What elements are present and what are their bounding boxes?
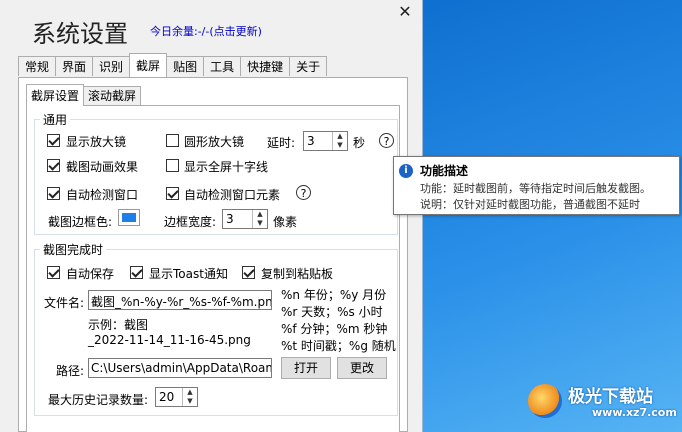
show-toast-label: 显示Toast通知 <box>149 267 228 281</box>
quota-link[interactable]: 今日余量:-/-(点击更新) <box>150 23 262 39</box>
auto-detect-elements-label: 自动检测窗口元素 <box>184 188 281 202</box>
path-value[interactable]: C:\Users\admin\AppData\Roaming <box>91 361 271 375</box>
tab-interface[interactable]: 界面 <box>55 56 94 76</box>
desktop-background <box>420 0 682 432</box>
auto-detect-window-checkbox[interactable] <box>47 187 60 200</box>
delay-value[interactable]: 3 <box>307 134 315 148</box>
max-history-value[interactable]: 20 <box>159 390 174 404</box>
round-magnifier-checkbox[interactable] <box>166 134 179 147</box>
settings-window: 系统设置 今日余量:-/-(点击更新) ✕ 常规 界面 识别 截屏 贴图 工具 … <box>0 0 423 432</box>
round-magnifier-label: 圆形放大镜 <box>184 135 245 149</box>
change-button[interactable]: 更改 <box>337 357 387 379</box>
window-title: 系统设置 <box>32 20 128 48</box>
border-width-label: 边框宽度: <box>164 215 217 229</box>
delay-label: 延时: <box>267 136 296 150</box>
show-magnifier-checkbox[interactable] <box>47 134 60 147</box>
max-history-label: 最大历史记录数量: <box>48 393 149 407</box>
auto-save-checkbox[interactable] <box>47 266 60 279</box>
spin-up-icon[interactable]: ▲ <box>253 210 267 219</box>
main-tabs: 常规 界面 识别 截屏 贴图 工具 快捷键 关于 <box>18 53 328 77</box>
sub-tabs: 截屏设置 滚动截屏 <box>26 84 142 106</box>
format-help-1: %n 年份；%y 月份 <box>281 288 387 302</box>
watermark: 极光下载站 www.xz7.com <box>528 382 678 426</box>
format-help-2: %r 天数；%s 小时 <box>281 305 383 319</box>
watermark-logo-icon <box>528 384 562 418</box>
delay-help-icon[interactable]: ? <box>379 133 394 148</box>
path-input[interactable]: C:\Users\admin\AppData\Roaming <box>88 358 272 378</box>
filename-input[interactable]: 截图_%n-%y-%r_%s-%f-%m.png <box>88 290 272 310</box>
border-color-swatch[interactable] <box>118 209 140 226</box>
spin-down-icon[interactable]: ▼ <box>253 219 267 228</box>
info-icon: i <box>399 164 413 178</box>
format-help-4: %t 时间戳；%g 随机 <box>281 339 396 353</box>
border-color-label: 截图边框色: <box>48 215 113 229</box>
filename-label: 文件名: <box>44 296 85 310</box>
copy-clipboard-label: 复制到粘贴板 <box>261 267 334 281</box>
delay-stepper[interactable]: 3 ▲ ▼ <box>303 131 348 151</box>
spin-up-icon[interactable]: ▲ <box>183 388 197 397</box>
auto-detect-window-label: 自动检测窗口 <box>66 188 139 202</box>
subtab-screenshot-settings[interactable]: 截屏设置 <box>26 84 85 106</box>
after-capture-legend: 截图完成时 <box>40 241 107 258</box>
subtab-scroll-capture[interactable]: 滚动截屏 <box>83 86 142 105</box>
detect-help-icon[interactable]: ? <box>296 185 311 200</box>
spin-down-icon[interactable]: ▼ <box>183 397 197 406</box>
fullscreen-crosshair-label: 显示全屏十字线 <box>184 160 269 174</box>
fullscreen-crosshair-checkbox[interactable] <box>166 159 179 172</box>
auto-save-label: 自动保存 <box>66 267 115 281</box>
example-line2: _2022-11-14_11-16-45.png <box>88 333 251 347</box>
auto-detect-elements-checkbox[interactable] <box>166 187 179 200</box>
close-icon[interactable]: ✕ <box>396 2 414 21</box>
show-magnifier-label: 显示放大镜 <box>66 135 127 149</box>
border-width-unit: 像素 <box>273 215 298 229</box>
tab-recognition[interactable]: 识别 <box>92 56 131 76</box>
general-legend: 通用 <box>40 111 71 128</box>
tab-screenshot[interactable]: 截屏 <box>129 53 168 77</box>
capture-animation-checkbox[interactable] <box>47 159 60 172</box>
tooltip-line2: 说明：仅针对延时截图功能，普通截图不延时 <box>420 198 640 211</box>
tab-hotkeys[interactable]: 快捷键 <box>240 56 291 76</box>
delay-tooltip: i 功能描述 功能：延时截图前，等待指定时间后触发截图。 说明：仅针对延时截图功… <box>393 156 680 215</box>
spin-down-icon[interactable]: ▼ <box>333 141 347 150</box>
tooltip-line1: 功能：延时截图前，等待指定时间后触发截图。 <box>420 182 651 195</box>
max-history-stepper[interactable]: 20 ▲ ▼ <box>155 387 198 407</box>
tab-tools[interactable]: 工具 <box>203 56 242 76</box>
example-line1: 示例：截图 <box>88 318 149 332</box>
format-help-3: %f 分钟；%m 秒钟 <box>281 322 388 336</box>
watermark-name: 极光下载站 <box>568 387 653 407</box>
filename-value[interactable]: 截图_%n-%y-%r_%s-%f-%m.png <box>91 293 271 309</box>
spin-up-icon[interactable]: ▲ <box>333 132 347 141</box>
tooltip-title: 功能描述 <box>420 164 469 178</box>
tab-general[interactable]: 常规 <box>18 56 57 76</box>
open-button[interactable]: 打开 <box>281 357 331 379</box>
tab-about[interactable]: 关于 <box>289 56 328 76</box>
border-width-stepper[interactable]: 3 ▲ ▼ <box>222 209 268 229</box>
delay-unit: 秒 <box>353 136 366 150</box>
copy-clipboard-checkbox[interactable] <box>242 266 255 279</box>
tab-pin[interactable]: 贴图 <box>166 56 205 76</box>
border-width-value[interactable]: 3 <box>226 212 234 226</box>
show-toast-checkbox[interactable] <box>130 266 143 279</box>
watermark-url: www.xz7.com <box>592 406 677 419</box>
capture-animation-label: 截图动画效果 <box>66 160 139 174</box>
path-label: 路径: <box>56 364 85 378</box>
